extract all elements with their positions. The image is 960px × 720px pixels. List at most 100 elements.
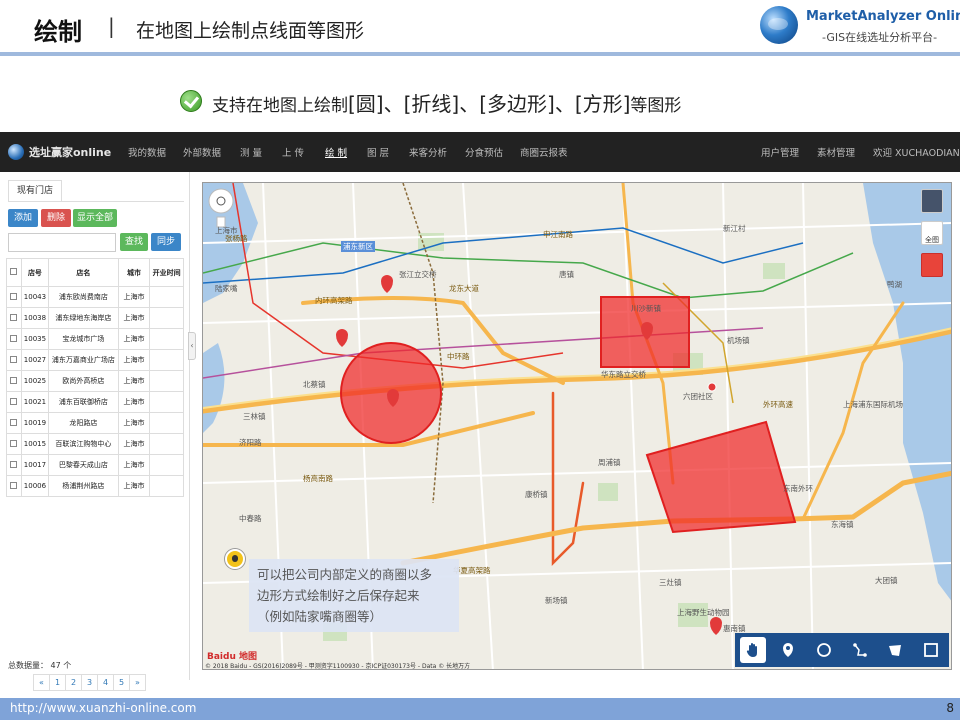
draw-polygon-tool[interactable]	[882, 637, 908, 663]
find-button[interactable]: 查找	[120, 233, 148, 251]
draw-circle-tool[interactable]	[811, 637, 837, 663]
circle-icon	[817, 643, 832, 657]
table-row[interactable]: 10035 宝龙城市广场 上海市	[6, 328, 184, 350]
tab-existing-stores[interactable]: 现有门店	[8, 180, 62, 202]
app-brand[interactable]: 选址赢家online	[8, 144, 111, 160]
row-select-cell[interactable]	[6, 454, 22, 476]
table-row[interactable]: 10006 杨浦荆州路店 上海市	[6, 475, 184, 497]
table-row[interactable]: 10019 龙阳路店 上海市	[6, 412, 184, 434]
column-header[interactable]: 店号	[20, 258, 50, 287]
map-label: 上海野生动物园	[677, 608, 730, 617]
row-select-cell[interactable]	[6, 370, 22, 392]
row-checkbox[interactable]	[10, 355, 18, 363]
show-all-button[interactable]: 显示全部	[73, 209, 117, 227]
map-canvas[interactable]: 上海市 浦东新区 张江立交桥 唐镇 川沙新镇 机场镇 华东路立交桥 六团社区 周…	[202, 182, 952, 670]
row-checkbox[interactable]	[10, 439, 18, 447]
table-row[interactable]: 10027 浦东万嘉商业广场店 上海市	[6, 349, 184, 371]
row-checkbox[interactable]	[10, 376, 18, 384]
row-checkbox[interactable]	[10, 313, 18, 321]
table-cell	[149, 391, 184, 413]
row-select-cell[interactable]	[6, 286, 22, 308]
page-button[interactable]: 5	[113, 674, 130, 691]
draw-polyline-tool[interactable]	[847, 637, 873, 663]
row-checkbox[interactable]	[10, 418, 18, 426]
table-cell: 10019	[20, 412, 50, 434]
delete-button[interactable]: 删除	[41, 209, 71, 227]
slide: 绘制 | 在地图上绘制点线面等图形 MarketAnalyzer Online …	[0, 0, 960, 720]
column-header[interactable]: 店名	[48, 258, 119, 287]
store-table: 店号 店名 城市 开业时间 10043 浦东欧尚费南店 上海市 10038 浦东绿地东海…	[6, 258, 184, 497]
select-all-checkbox[interactable]	[10, 268, 18, 275]
page-button[interactable]: 4	[97, 674, 114, 691]
nav-my-data[interactable]: 我的数据	[128, 145, 166, 159]
row-select-cell[interactable]	[6, 349, 22, 371]
row-select-cell[interactable]	[6, 412, 22, 434]
table-row[interactable]: 10021 浦东百联御桥店 上海市	[6, 391, 184, 413]
table-row[interactable]: 10015 百联滨江购物中心 上海市	[6, 433, 184, 455]
page-button[interactable]: 3	[81, 674, 98, 691]
nav-trade-area-report[interactable]: 商圈云报表	[520, 145, 568, 159]
table-cell: 上海市	[117, 307, 151, 329]
table-row[interactable]: 10038 浦东绿地东海岸店 上海市	[6, 307, 184, 329]
road-label: 申江南路	[543, 230, 573, 239]
map-label: 东南外环	[783, 484, 813, 493]
select-all-header[interactable]	[6, 258, 22, 287]
column-header[interactable]: 开业时间	[149, 258, 184, 287]
row-select-cell[interactable]	[6, 307, 22, 329]
road-label: 张杨路	[225, 234, 248, 243]
map-copyright: © 2018 Baidu - GS(2016)2089号 - 甲测资字11009…	[205, 663, 471, 670]
nav-user-management[interactable]: 用户管理	[761, 145, 799, 159]
baidu-route-icon[interactable]	[921, 253, 943, 277]
add-button[interactable]: 添加	[8, 209, 38, 227]
nav-upload[interactable]: 上 传	[282, 145, 304, 159]
table-cell: 10017	[20, 454, 50, 476]
full-extent-button[interactable]: 全图	[921, 221, 943, 245]
row-select-cell[interactable]	[6, 328, 22, 350]
nav-asset-management[interactable]: 素材管理	[817, 145, 855, 159]
nav-draw[interactable]: 绘 制	[325, 145, 347, 159]
draw-rectangle-tool[interactable]	[918, 637, 944, 663]
nav-welcome-user[interactable]: 欢迎 XUCHAODIAN!	[873, 145, 960, 159]
table-cell: 上海市	[117, 328, 151, 350]
row-select-cell[interactable]	[6, 475, 22, 497]
nav-measure[interactable]: 测 量	[240, 145, 262, 159]
hand-icon	[746, 643, 757, 657]
page-prev-button[interactable]: «	[33, 674, 50, 691]
row-select-cell[interactable]	[6, 433, 22, 455]
table-cell: 10025	[20, 370, 50, 392]
footer-url[interactable]: http://www.xuanzhi-online.com	[10, 701, 196, 715]
nav-layers[interactable]: 图 层	[367, 145, 389, 159]
store-search-input[interactable]	[8, 233, 116, 252]
checkmark-icon	[180, 90, 202, 112]
nav-visitor-analysis[interactable]: 来客分析	[409, 145, 447, 159]
tab-divider	[8, 201, 184, 202]
pan-hand-tool[interactable]	[739, 637, 766, 663]
road-label: 杨高南路	[303, 474, 333, 483]
satellite-toggle-icon[interactable]	[921, 189, 943, 213]
nav-cannibalization[interactable]: 分食预估	[465, 145, 503, 159]
page-button[interactable]: 2	[65, 674, 82, 691]
row-select-cell[interactable]	[6, 391, 22, 413]
row-checkbox[interactable]	[10, 334, 18, 342]
column-header[interactable]: 城市	[117, 258, 151, 287]
table-cell: 上海市	[117, 286, 151, 308]
row-checkbox[interactable]	[10, 292, 18, 300]
table-row[interactable]: 10025 欧尚外高桥店 上海市	[6, 370, 184, 392]
row-checkbox[interactable]	[10, 460, 18, 468]
brand-label: 选址赢家online	[29, 146, 112, 159]
map-label: 中春路	[239, 514, 262, 523]
page-button[interactable]: 1	[49, 674, 66, 691]
page-next-button[interactable]: »	[129, 674, 146, 691]
sidebar-collapse-handle[interactable]: ‹	[188, 332, 196, 360]
map-label: 浦东新区	[341, 241, 375, 252]
map-label: 周浦镇	[598, 458, 621, 467]
feature-suffix: 等图形	[630, 96, 682, 116]
draw-point-tool[interactable]	[775, 637, 801, 663]
sync-button[interactable]: 同步	[151, 233, 181, 251]
row-checkbox[interactable]	[10, 397, 18, 405]
table-row[interactable]: 10043 浦东欧尚费南店 上海市	[6, 286, 184, 308]
nav-external-data[interactable]: 外部数据	[183, 145, 221, 159]
table-row[interactable]: 10017 巴黎春天成山店 上海市	[6, 454, 184, 476]
row-checkbox[interactable]	[10, 481, 18, 489]
slide-footer: http://www.xuanzhi-online.com 8	[0, 698, 960, 720]
